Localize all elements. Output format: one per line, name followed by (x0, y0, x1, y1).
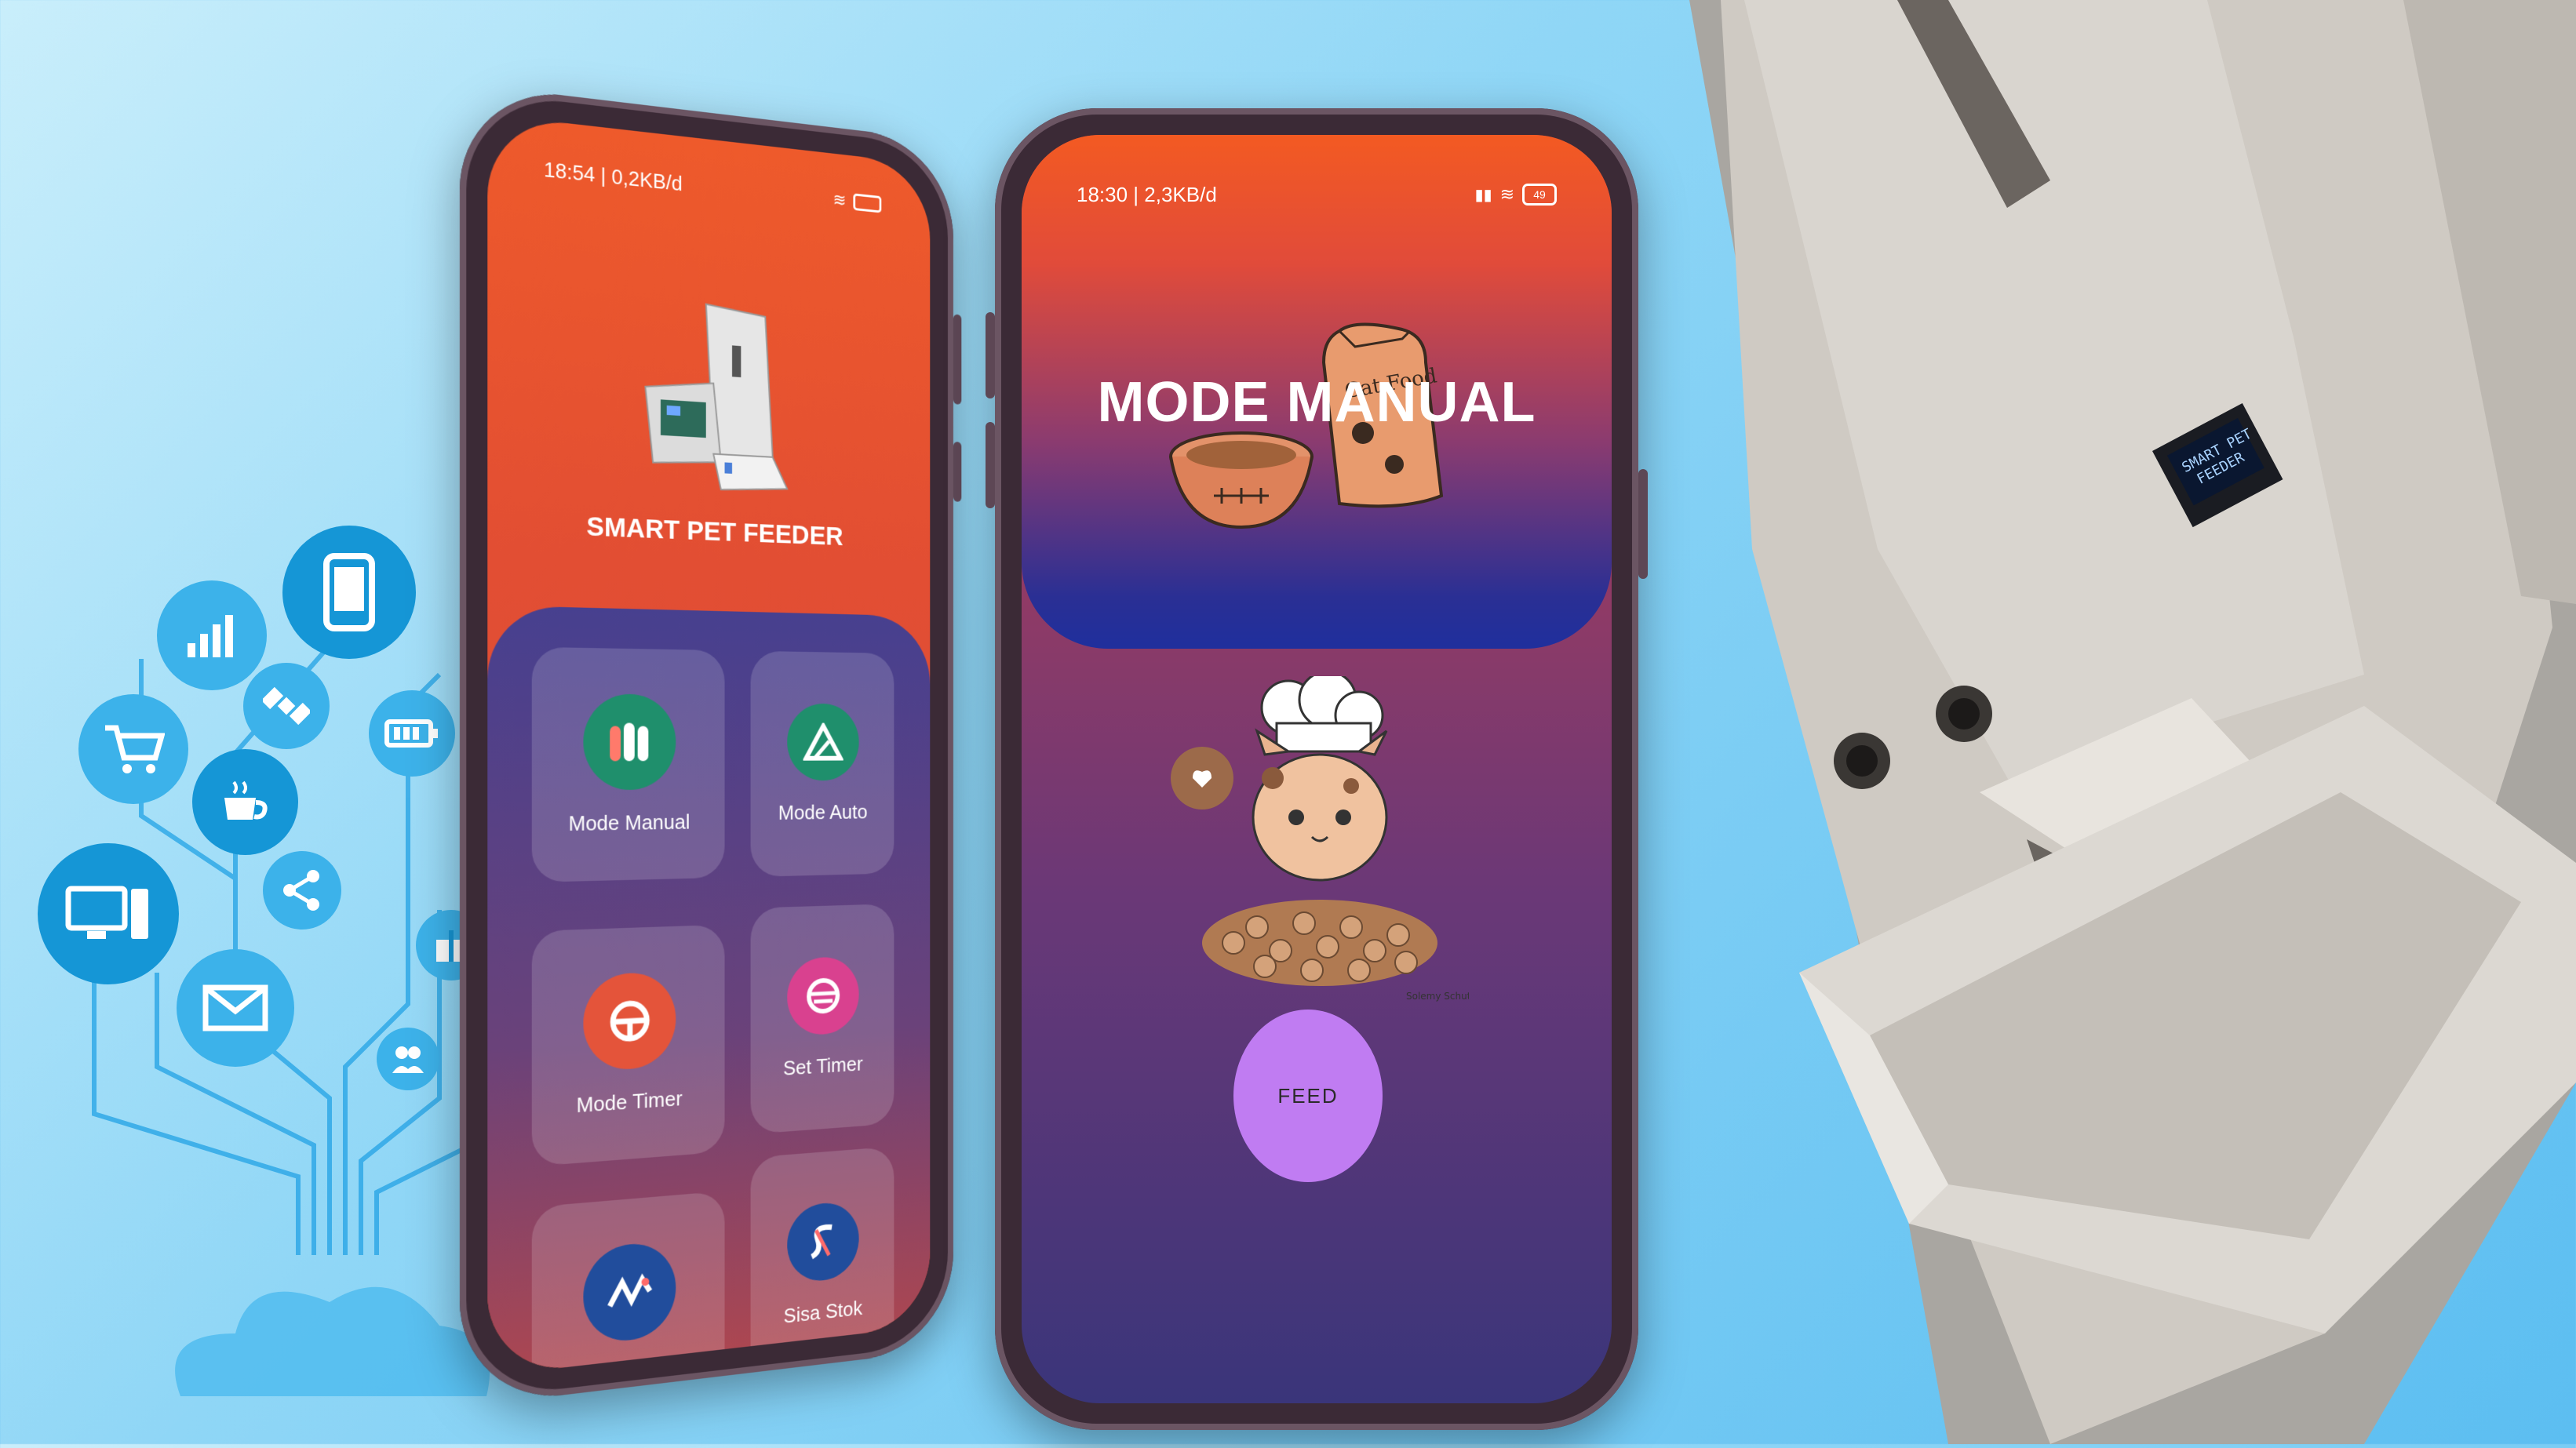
menu-label: Mode Auto (778, 799, 868, 824)
timer-logo-icon (583, 970, 676, 1071)
menu-tile-set-timer[interactable]: Set Timer (750, 904, 894, 1134)
triangle-logo-icon (787, 703, 859, 780)
wifi-icon: ≋ (1499, 184, 1514, 204)
menu-tile-mode-manual[interactable]: Mode Manual (531, 646, 725, 882)
battery-icon (853, 193, 882, 213)
satellite-icon (243, 663, 330, 749)
signal-bars-icon (157, 580, 267, 690)
wifi-icon: ≋ (833, 189, 847, 210)
feeder-device-image (638, 290, 802, 505)
menu-label: Set Timer (783, 1051, 863, 1080)
menu-tile-mode-auto[interactable]: Mode Auto (750, 650, 894, 877)
status-icons: ≋ (833, 190, 882, 215)
pet-feeder-device-photo: SMART PET FEEDER (1540, 0, 2576, 1444)
device-body: SMART PET FEEDER (1689, 0, 2576, 1444)
left-phone: 18:54 | 0,2KB/d ≋ SMART PET FEEDER Mode … (459, 82, 962, 1408)
menu-label: Mode Timer (576, 1086, 683, 1117)
menu-panel: Mode Manual Mode Auto Mode Timer Set Tim… (487, 605, 931, 1377)
coffee-cup-icon (192, 749, 298, 855)
menu-label: Mode Manual (568, 809, 690, 835)
signal-icon: ▮▮ (1474, 186, 1492, 204)
phone-icon (282, 526, 416, 659)
menu-tile-sisa-stok[interactable]: Sisa Stok (750, 1146, 894, 1377)
m-logo-icon (583, 693, 676, 790)
app-title: SMART PET FEEDER (586, 511, 843, 551)
stock-logo-icon (787, 1199, 859, 1284)
menu-tile-sisa-makan[interactable]: Sisa Makan (531, 1191, 725, 1377)
tech-tree-illustration (0, 471, 502, 1412)
volume-up-button (986, 312, 995, 398)
menu-label: Sisa Stok (783, 1295, 863, 1328)
power-button (953, 441, 962, 502)
mail-icon (177, 949, 294, 1067)
left-phone-screen: 18:54 | 0,2KB/d ≋ SMART PET FEEDER Mode … (487, 114, 931, 1377)
center-phone: 18:30 | 2,3KB/d ▮▮ ≋ 49 Cat Food MODE MA… (986, 108, 1648, 1430)
power-button (1638, 469, 1648, 579)
status-icons: ▮▮ ≋ 49 (1475, 184, 1557, 206)
s-logo-icon (787, 955, 859, 1036)
battery-icon (369, 690, 455, 777)
feed-button[interactable]: FEED (1233, 1010, 1383, 1182)
chef-cat-illustration: Solemy Schutts (1171, 676, 1469, 1002)
status-bar: 18:54 | 0,2KB/d ≋ (544, 153, 882, 220)
food-logo-icon (583, 1239, 676, 1345)
status-time: 18:30 | 2,3KB/d (1077, 182, 1217, 206)
mode-title: MODE MANUAL (1097, 371, 1536, 434)
battery-icon: 49 (1522, 184, 1557, 206)
people-icon (377, 1028, 439, 1090)
shopping-cart-icon (78, 694, 188, 804)
status-time: 18:54 | 0,2KB/d (544, 156, 683, 195)
volume-down-button (986, 422, 995, 508)
share-icon (263, 851, 341, 930)
computer-icon (38, 843, 179, 984)
center-phone-screen: 18:30 | 2,3KB/d ▮▮ ≋ 49 Cat Food MODE MA… (1022, 135, 1612, 1403)
mode-header: 18:30 | 2,3KB/d ▮▮ ≋ 49 Cat Food MODE MA… (1022, 135, 1612, 649)
status-bar: 18:30 | 2,3KB/d ▮▮ ≋ 49 (1077, 179, 1557, 210)
illustration-credit: Solemy Schutts (1406, 991, 1469, 1002)
menu-tile-mode-timer[interactable]: Mode Timer (531, 924, 725, 1167)
menu-label: Sisa Makan (577, 1354, 682, 1377)
volume-button (953, 314, 962, 405)
